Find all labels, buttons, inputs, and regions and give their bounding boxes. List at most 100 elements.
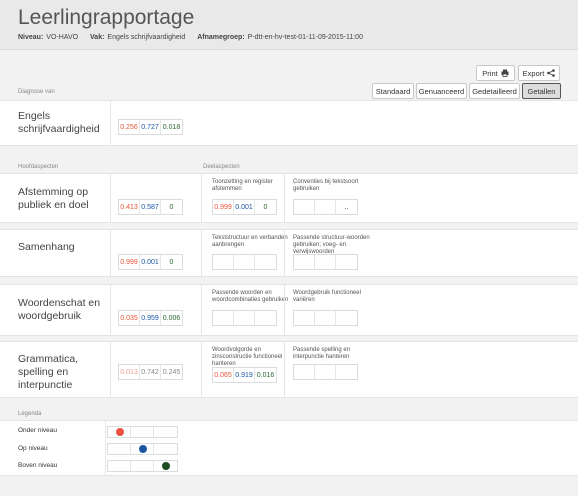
score-onder: 0.256 [119,120,140,134]
score-onder: 0.035 [119,311,140,325]
score-boven: 0 [263,203,268,211]
aspect-scores: 0.013 0.742 0.245 [118,364,183,380]
export-label: Export [522,68,545,78]
score-onder: 0.413 [119,200,140,214]
vak-value: Engels schrijfvaardigheid [107,34,186,41]
divider [110,342,111,398]
divider [110,285,111,336]
score-onder [294,311,315,325]
score-op: 0.742 [140,365,161,379]
tab-gedetailleerd[interactable]: Gedetailleerd [469,83,520,99]
score-onder [213,255,234,269]
divider [284,174,285,223]
page-header: Leerlingrapportage Niveau: VO-HAVO Vak: En… [0,0,578,50]
hoofdaspecten-label: Hoofdaspecten [18,164,59,170]
share-icon [547,69,556,77]
score-op [234,255,255,269]
divider [110,174,111,223]
score-op: 0.001 [140,255,161,269]
subaspect-caption: Passende woorden en woordcombinaties geb… [212,290,289,303]
score-op [315,311,336,325]
score-boven [336,365,357,379]
legend-label-op: Op niveau [18,445,48,452]
score-op [315,200,336,214]
divider [110,101,111,146]
diagnose-panel: Engels schrijfvaardigheid 0.256 0.727 0.… [0,100,578,146]
divider [284,230,285,277]
aspect-scores: 0.035 0.959 0.006 [118,310,183,326]
subaspect-scores: 0.065 0.919 0.016 [212,367,277,383]
subaspect-caption: Conventies bij tekstsoort gebruiken [293,179,359,192]
score-boven [336,255,357,269]
aspect-scores: 0.999 0.001 0 [118,254,183,270]
aspect-title: Grammatica, spelling en interpunctie [18,353,79,391]
score-onder [294,365,315,379]
onder-niveau-dot [116,428,124,436]
score-op: 0.001 [234,200,255,214]
score-onder: 0.999 [213,200,234,214]
tab-getallen[interactable]: Getallen [522,83,561,99]
aspect-scores: 0.413 0.587 0 [118,199,183,215]
report-meta: Niveau: VO-HAVO Vak: Engels schrijfvaardig… [18,34,373,41]
subaspect-caption: Toonzetting en register afstemmen [212,179,273,192]
subaspect-scores [293,364,358,380]
score-onder: 0.065 [213,368,234,382]
subaspect-scores: .. [293,199,358,215]
aspect-title: Samenhang [18,241,75,253]
subaspect-scores [293,310,358,326]
score-boven: 0 [169,203,174,211]
divider [201,285,202,336]
score-op: 0.727 [140,120,161,134]
legend-panel: Onder niveau Op niveau Boven niveau [0,420,578,476]
score-onder [294,200,315,214]
score-onder: 0.999 [119,255,140,269]
subaspect-caption: Woordvolgorde en zinsconstructie functio… [212,347,283,367]
legend-swatch-row [107,426,178,438]
subaspect-caption: Passende structuur-woorden gebruiken; vo… [293,235,370,255]
score-onder [213,311,234,325]
score-op [315,255,336,269]
legenda-label: Legenda [18,411,42,417]
divider [284,285,285,336]
aspect-title: Woordenschat en woordgebruik [18,297,101,322]
subaspect-scores [293,254,358,270]
diagnose-label: Diagnose van [18,89,55,95]
vak-label: Vak: [90,34,105,41]
aspect-row: Samenhang 0.999 0.001 0 Tekststructuur e… [0,229,578,277]
tab-standaard[interactable]: Standaard [372,83,414,99]
score-op: 0.587 [140,200,161,214]
score-boven [255,311,276,325]
score-boven: .. [344,203,349,211]
subaspect-scores: 0.999 0.001 0 [212,199,277,215]
tab-genuanceerd[interactable]: Genuanceerd [416,83,467,99]
aspect-row: Woordenschat en woordgebruik 0.035 0.959… [0,284,578,336]
diagnose-scores: 0.256 0.727 0.018 [118,119,183,135]
legend-swatch-row [107,443,178,455]
divider [201,174,202,223]
legend-swatch-row [107,460,178,472]
divider [201,342,202,398]
aspect-row: Afstemming op publiek en doel 0.413 0.58… [0,173,578,223]
subaspect-scores [212,310,277,326]
legend-label-boven: Boven niveau [18,462,58,469]
afname-label: Afnamegroep: [197,34,245,41]
score-boven: 0.016 [256,371,275,379]
print-button[interactable]: Print [476,65,515,81]
score-op [315,365,336,379]
divider [201,230,202,277]
aspect-title: Afstemming op publiek en doel [18,186,89,211]
op-niveau-dot [139,445,147,453]
export-button[interactable]: Export [518,65,560,81]
divider [284,342,285,398]
page-title: Leerlingrapportage [18,6,195,29]
legend-label-onder: Onder niveau [18,427,58,434]
divider [105,421,106,476]
score-op [234,311,255,325]
score-op: 0.959 [140,311,161,325]
printer-icon [501,69,509,77]
subaspect-caption: Woordgebruik functioneel variëren [293,290,361,303]
niveau-label: Niveau: [18,34,44,41]
subaspect-caption: Tekststructuur en verbanden aanbrengen [212,235,288,248]
diagnose-title: Engels schrijfvaardigheid [18,110,100,135]
score-onder [294,255,315,269]
